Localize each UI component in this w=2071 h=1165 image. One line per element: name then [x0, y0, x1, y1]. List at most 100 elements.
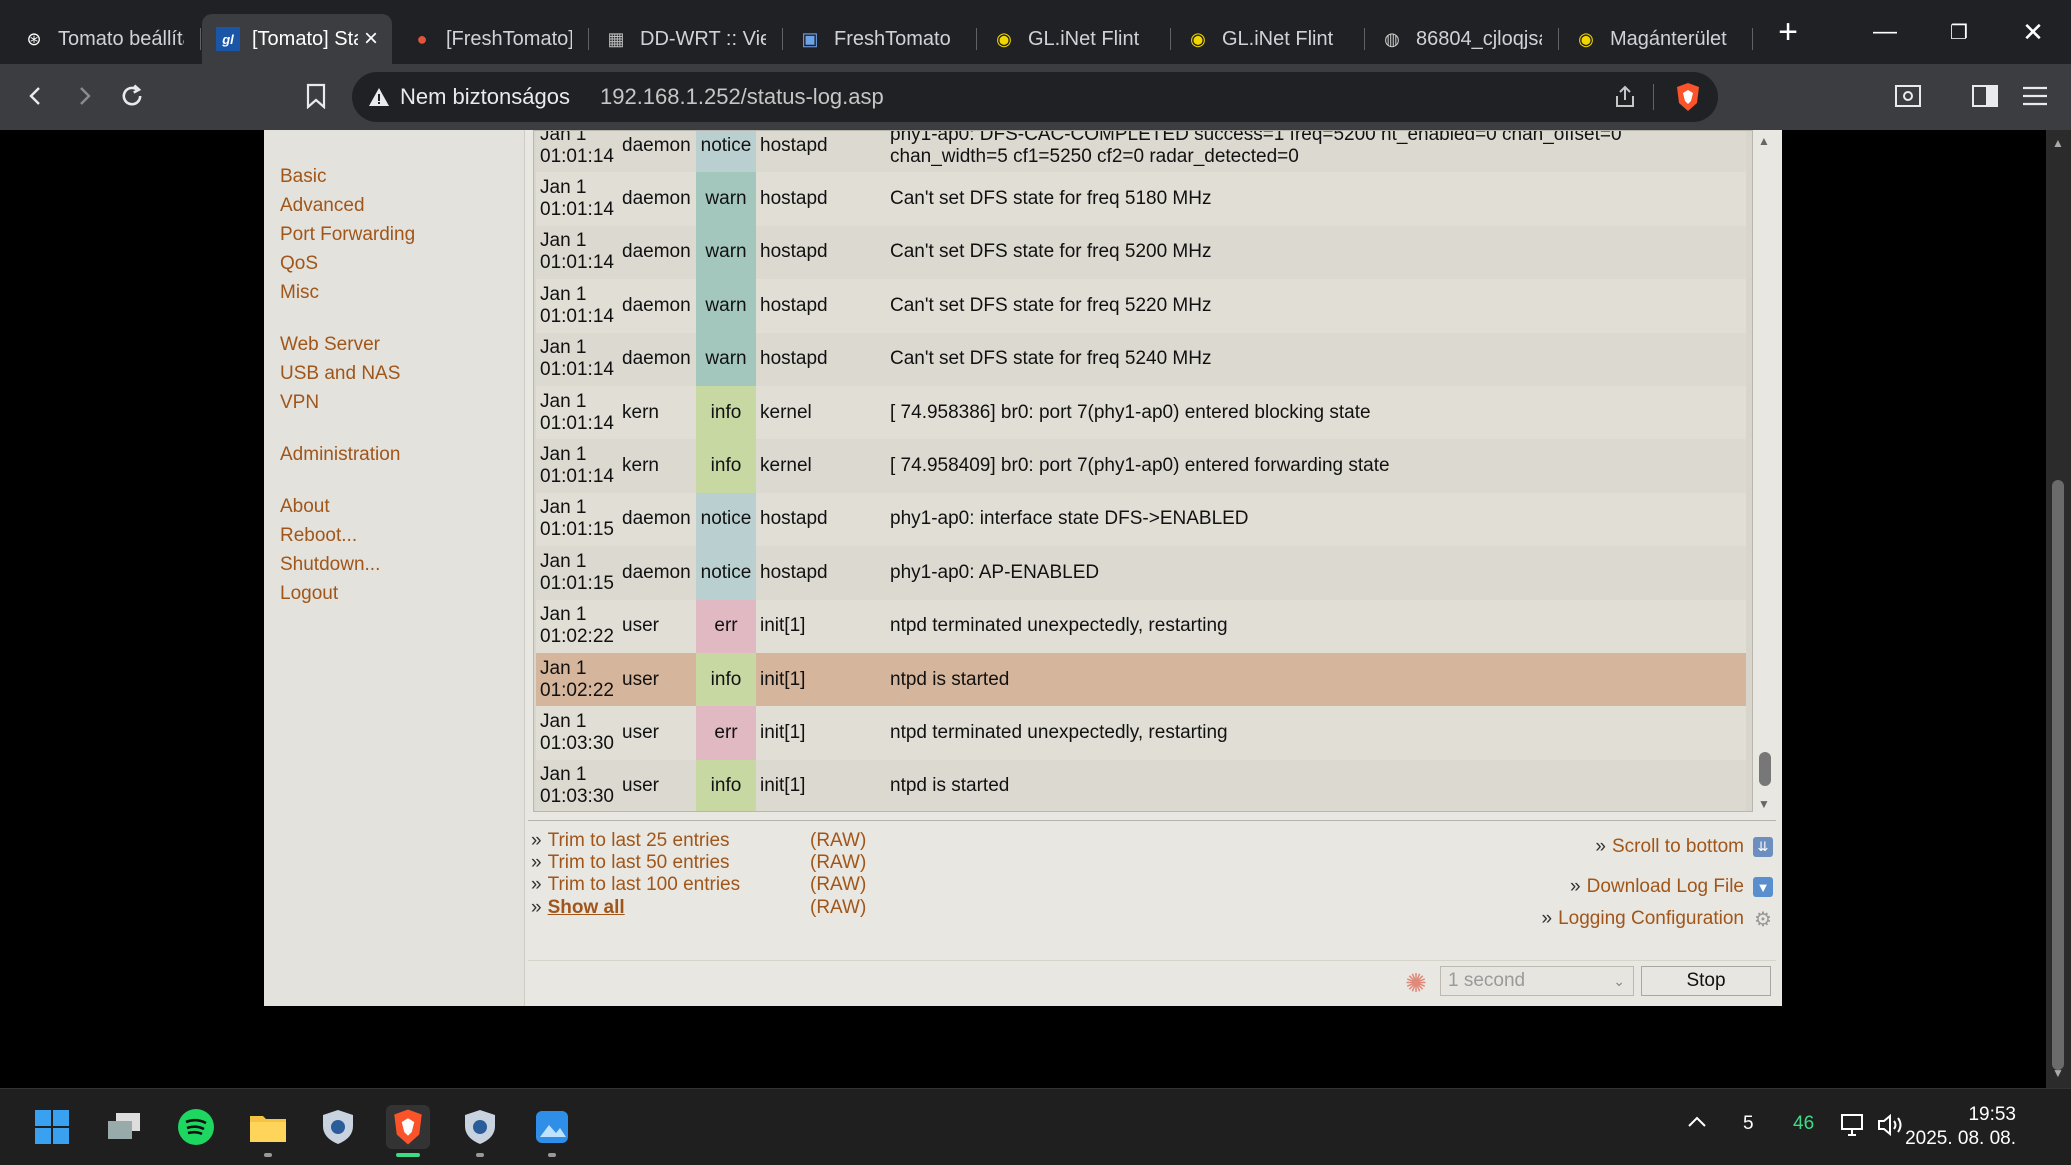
log-scrollbar-thumb[interactable] — [1759, 752, 1771, 786]
tab-3[interactable]: ● [FreshTomato] — [396, 14, 589, 64]
scroll-down-icon[interactable]: ▼ — [1758, 797, 1770, 811]
raw-link[interactable]: (RAW) — [810, 852, 866, 874]
log-scrollbar[interactable] — [1757, 130, 1773, 812]
trim-link-3[interactable]: » Trim to last 100 entries — [531, 874, 740, 896]
download-log-link[interactable]: » Download Log File ▼ — [1570, 876, 1773, 898]
scroll-to-bottom-label[interactable]: Scroll to bottom — [1612, 836, 1744, 858]
network-icon[interactable] — [1840, 1113, 1868, 1143]
sidebar-item-advanced[interactable]: Advanced — [280, 191, 415, 220]
sidebar-item-reboot[interactable]: Reboot... — [280, 521, 380, 550]
download-icon[interactable]: ▼ — [1753, 877, 1773, 897]
url-text[interactable]: 192.168.1.252/status-log.asp — [600, 84, 884, 110]
sidebar-item-qos[interactable]: QoS — [280, 249, 415, 278]
page-scrollbar-thumb[interactable] — [2052, 480, 2064, 1070]
download-log-label[interactable]: Download Log File — [1587, 876, 1744, 898]
tray-count-b[interactable]: 46 — [1793, 1113, 1814, 1135]
trim-link-label[interactable]: Trim to last 100 entries — [548, 874, 741, 895]
volume-icon[interactable] — [1877, 1113, 1907, 1143]
scroll-bottom-icon[interactable]: ⇊ — [1753, 837, 1773, 857]
trim-link-label[interactable]: Trim to last 25 entries — [548, 830, 730, 851]
page-scrollbar[interactable]: ▲ ▼ — [2046, 130, 2071, 1088]
tab-6[interactable]: ◉ GL.iNet Flint — [978, 14, 1171, 64]
log-row[interactable]: Jan 1 01:01:14 daemon warn hostapd Can't set … — [536, 279, 1746, 333]
refresh-interval-select[interactable]: 1 second ⌄ — [1440, 966, 1634, 996]
log-row[interactable]: Jan 1 01:01:14 kern info kernel[ 74.958386] … — [536, 385, 1746, 440]
log-row[interactable]: Jan 1 01:01:14 daemon notice hostapd phy1-ap0… — [536, 131, 1746, 173]
log-viewer[interactable]: Jan 1 01:01:14 daemon notice hostapd phy1-ap0… — [533, 130, 1753, 812]
new-tab-button[interactable]: + — [1768, 13, 1808, 52]
restore-icon[interactable]: ❐ — [1922, 0, 1996, 64]
log-row[interactable]: Jan 1 01:01:15 daemon notice hostapd phy1-ap0… — [536, 546, 1746, 600]
log-row[interactable]: Jan 1 01:01:15 daemon notice hostapd phy1-ap0… — [536, 492, 1746, 547]
trim-link-1[interactable]: » Trim to last 25 entries — [531, 830, 730, 852]
address-bar[interactable]: Nem biztonságos 192.168.1.252/status-log… — [352, 72, 1718, 122]
log-row[interactable]: Jan 1 01:01:14 daemon warn hostapd Can't set … — [536, 172, 1746, 226]
tab-8[interactable]: ◍ 86804_cjloqjsa — [1366, 14, 1559, 64]
minimize-icon[interactable]: — — [1848, 0, 1922, 64]
sidebar-item-misc[interactable]: Misc — [280, 278, 415, 307]
tab-close-icon[interactable]: × — [364, 25, 378, 53]
sidebar-item-usb-and-nas[interactable]: USB and NAS — [280, 359, 400, 388]
share-icon[interactable] — [1612, 84, 1638, 116]
reload-button[interactable] — [110, 74, 154, 118]
sidebar-item-about[interactable]: About — [280, 492, 380, 521]
trim-link-2[interactable]: » Trim to last 50 entries — [531, 852, 730, 874]
vpn-shield-icon[interactable] — [458, 1105, 502, 1157]
raw-link[interactable]: (RAW) — [810, 874, 866, 896]
gear-icon[interactable]: ⚙ — [1753, 909, 1773, 931]
forward-button[interactable] — [62, 74, 106, 118]
bullet: » — [531, 897, 542, 918]
photos-icon[interactable] — [530, 1105, 574, 1157]
log-row[interactable]: Jan 1 01:03:30 user err init[1] ntpd terminat… — [536, 706, 1746, 760]
tab-2[interactable]: gl [Tomato] Status × — [202, 14, 392, 64]
log-row[interactable]: Jan 1 01:02:22 user err init[1] ntpd terminat… — [536, 599, 1746, 653]
tab-7[interactable]: ◉ GL.iNet Flint — [1172, 14, 1365, 64]
file-explorer-icon[interactable] — [246, 1105, 290, 1157]
stop-button[interactable]: Stop — [1641, 966, 1771, 996]
close-window-icon[interactable]: ✕ — [1996, 0, 2070, 64]
log-row[interactable]: Jan 1 01:02:22 user info init[1] ntpd is star… — [536, 652, 1746, 707]
log-row[interactable]: Jan 1 01:01:14 kern info kernel[ 74.958409] … — [536, 439, 1746, 493]
scroll-to-bottom-link[interactable]: » Scroll to bottom ⇊ — [1595, 836, 1773, 858]
sidebar-item-web-server[interactable]: Web Server — [280, 330, 400, 359]
back-button[interactable] — [14, 74, 58, 118]
vpn-shield-icon[interactable] — [316, 1105, 360, 1149]
sidebar-toggle-button[interactable] — [1963, 74, 2007, 118]
trim-link-label[interactable]: Trim to last 50 entries — [548, 852, 730, 873]
scroll-up-icon[interactable]: ▲ — [2052, 136, 2064, 150]
trim-link-4[interactable]: » Show all — [531, 897, 625, 919]
show-hidden-icons[interactable] — [1686, 1113, 1708, 1135]
spotify-icon[interactable] — [174, 1105, 218, 1149]
brave-shields-icon[interactable] — [1674, 81, 1702, 119]
windows-start-icon[interactable] — [30, 1105, 74, 1149]
sidebar-item-port-forwarding[interactable]: Port Forwarding — [280, 220, 415, 249]
log-row[interactable]: Jan 1 01:01:14 daemon warn hostapd Can't set … — [536, 332, 1746, 386]
tab-5[interactable]: ▣ FreshTomato — [784, 14, 977, 64]
security-label[interactable]: Nem biztonságos — [400, 84, 570, 110]
brave-browser-icon[interactable] — [386, 1105, 430, 1157]
scroll-up-icon[interactable]: ▲ — [1758, 134, 1770, 148]
task-view-icon[interactable] — [102, 1105, 146, 1149]
raw-link[interactable]: (RAW) — [810, 897, 866, 919]
logging-config-link[interactable]: » Logging Configuration ⚙ — [1542, 908, 1774, 931]
sidebar-item-logout[interactable]: Logout — [280, 579, 380, 608]
running-indicator — [548, 1153, 556, 1157]
menu-button[interactable] — [2013, 74, 2057, 118]
logging-config-label[interactable]: Logging Configuration — [1558, 908, 1744, 930]
log-row[interactable]: Jan 1 01:03:30 user info init[1] ntpd is star… — [536, 759, 1746, 811]
sidebar-item-vpn[interactable]: VPN — [280, 388, 400, 417]
scroll-down-icon[interactable]: ▼ — [2052, 1066, 2064, 1080]
tab-9[interactable]: ◉ Magánterület — [1560, 14, 1753, 64]
tab-4[interactable]: ▦ DD-WRT :: View — [590, 14, 783, 64]
log-row[interactable]: Jan 1 01:01:14 daemon warn hostapd Can't set … — [536, 225, 1746, 280]
sidebar-item-administration[interactable]: Administration — [280, 440, 400, 469]
tab-1[interactable]: ⊛ Tomato beállítás — [8, 14, 201, 64]
sidebar-item-basic[interactable]: Basic — [280, 162, 415, 191]
clock[interactable]: 19:53 2025. 08. 08. — [1905, 1103, 2016, 1151]
bookmark-button[interactable] — [294, 74, 338, 118]
screenshot-button[interactable] — [1886, 74, 1930, 118]
tray-count-a[interactable]: 5 — [1743, 1113, 1754, 1135]
sidebar-item-shutdown[interactable]: Shutdown... — [280, 550, 380, 579]
trim-link-label[interactable]: Show all — [548, 897, 625, 918]
raw-link[interactable]: (RAW) — [810, 830, 866, 852]
